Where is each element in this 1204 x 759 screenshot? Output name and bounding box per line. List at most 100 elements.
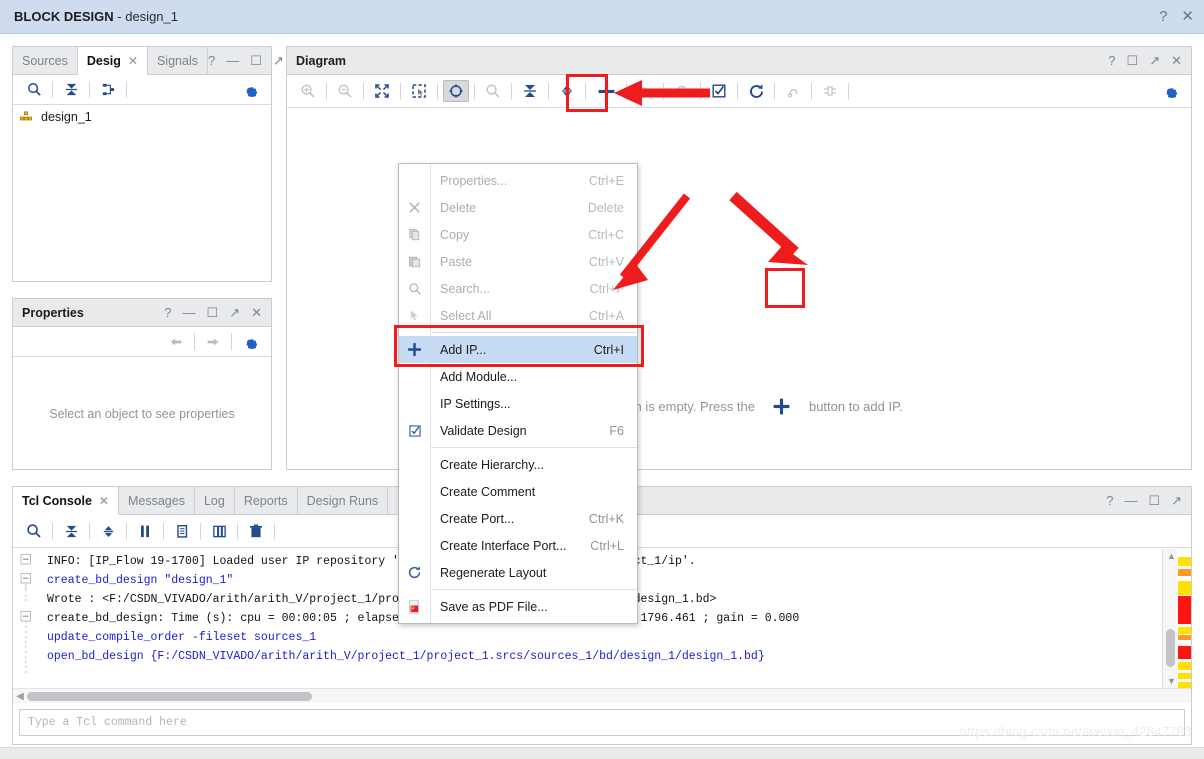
expand-collapse-icon[interactable] [95, 520, 121, 542]
address-editor-icon[interactable] [817, 80, 843, 102]
menu-item-delete[interactable]: Delete Delete [399, 194, 637, 221]
scroll-thumb[interactable] [1166, 629, 1175, 667]
divider [237, 522, 238, 540]
float-icon[interactable]: ↗ [273, 54, 284, 67]
search-icon[interactable] [21, 79, 47, 101]
copy-icon[interactable] [169, 520, 195, 542]
marker [1178, 627, 1191, 634]
help-icon[interactable]: ? [1159, 9, 1167, 24]
help-icon[interactable]: ? [208, 54, 215, 67]
console-horizontal-scrollbar[interactable]: ◀ [13, 688, 1191, 703]
close-icon[interactable]: ✕ [1171, 54, 1182, 67]
close-icon[interactable]: ✕ [251, 306, 262, 319]
zoom-in-icon[interactable] [295, 80, 321, 102]
collapse-all-icon[interactable] [517, 80, 543, 102]
search-icon[interactable] [480, 80, 506, 102]
scroll-up-icon[interactable]: ▲ [1167, 551, 1176, 561]
back-arrow-icon[interactable] [163, 331, 189, 353]
pause-icon[interactable] [132, 520, 158, 542]
menu-item-create-hierarchy[interactable]: Create Hierarchy... [399, 451, 637, 478]
menu-item-accel: Ctrl+A [588, 308, 624, 323]
create-port-icon[interactable] [632, 80, 658, 102]
settings-gear-icon[interactable] [1157, 80, 1183, 102]
menu-item-copy[interactable]: Copy Ctrl+C [399, 221, 637, 248]
forward-arrow-icon[interactable] [200, 331, 226, 353]
tab-design[interactable]: Desig ✕ [77, 47, 148, 75]
scroll-to-end-icon[interactable] [58, 520, 84, 542]
add-ip-plus-icon[interactable] [591, 78, 621, 104]
expand-collapse-icon[interactable] [554, 80, 580, 102]
tab-log[interactable]: Log [194, 487, 235, 514]
menu-item-create-port[interactable]: Create Port... Ctrl+K [399, 505, 637, 532]
menu-item-properties[interactable]: Properties... Ctrl+E [399, 167, 637, 194]
regenerate-layout-icon[interactable] [743, 80, 769, 102]
menu-item-search[interactable]: Search... Ctrl+F [399, 275, 637, 302]
maximize-icon[interactable]: ☐ [1127, 54, 1139, 67]
minimize-icon[interactable]: — [183, 306, 196, 319]
menu-item-label: IP Settings... [440, 396, 511, 411]
tab-design-label: Desig [86, 53, 121, 68]
validate-design-icon[interactable] [706, 80, 732, 102]
zoom-fit-icon[interactable] [369, 80, 395, 102]
console-vertical-scrollbar[interactable]: ▲ ▼ [1162, 549, 1177, 688]
float-icon[interactable]: ↗ [229, 306, 240, 319]
expand-hierarchy-icon[interactable] [95, 79, 121, 101]
menu-item-regenerate-layout[interactable]: Regenerate Layout [399, 559, 637, 586]
settings-gear-icon[interactable] [237, 331, 263, 353]
marker [1178, 673, 1191, 679]
tree-item-design_1[interactable]: design_1 [13, 106, 271, 128]
plus-icon [399, 341, 430, 358]
add-ip-plus-icon[interactable] [762, 396, 802, 417]
tab-sources[interactable]: Sources [13, 47, 78, 74]
scroll-down-icon[interactable]: ▼ [1167, 676, 1176, 686]
minimize-icon[interactable]: — [1124, 494, 1137, 507]
zoom-out-icon[interactable] [332, 80, 358, 102]
menu-item-ip-settings[interactable]: IP Settings... [399, 390, 637, 417]
zoom-target-icon[interactable] [443, 80, 469, 102]
menu-item-validate-design[interactable]: Validate Design F6 [399, 417, 637, 444]
maximize-icon[interactable]: ☐ [1148, 494, 1160, 507]
tab-reports[interactable]: Reports [234, 487, 298, 514]
menu-item-create-interface-port[interactable]: Create Interface Port... Ctrl+L [399, 532, 637, 559]
collapse-all-icon[interactable] [58, 79, 84, 101]
menu-item-label: Properties... [440, 173, 508, 188]
properties-panel-title: Properties [22, 305, 84, 320]
close-icon[interactable]: ✕ [99, 494, 109, 508]
menu-item-label: Select All [440, 308, 492, 323]
trash-icon[interactable] [243, 520, 269, 542]
menu-item-paste[interactable]: Paste Ctrl+V [399, 248, 637, 275]
settings-gear-icon[interactable] [237, 79, 263, 101]
menu-item-create-comment[interactable]: Create Comment [399, 478, 637, 505]
float-icon[interactable]: ↗ [1171, 494, 1182, 507]
help-icon[interactable]: ? [1108, 54, 1115, 67]
menu-item-select-all[interactable]: Select All Ctrl+A [399, 302, 637, 329]
marker [1178, 581, 1191, 595]
tree-item-label: design_1 [41, 110, 92, 124]
minimize-icon[interactable]: — [226, 54, 239, 67]
optimize-routing-icon[interactable] [780, 80, 806, 102]
menu-item-save-as-pdf[interactable]: P Save as PDF File... [399, 593, 637, 620]
console-fold-gutter [13, 549, 43, 688]
tab-signals-label: Signals [156, 53, 198, 68]
maximize-icon[interactable]: ☐ [207, 306, 219, 319]
hscroll-thumb[interactable] [27, 691, 312, 701]
close-icon[interactable]: ✕ [1181, 9, 1194, 24]
search-icon[interactable] [21, 520, 47, 542]
tab-sources-label: Sources [22, 53, 68, 68]
float-icon[interactable]: ↗ [1149, 54, 1160, 67]
clear-filter-icon[interactable] [206, 520, 232, 542]
tab-signals[interactable]: Signals [147, 47, 208, 74]
tab-tcl-console[interactable]: Tcl Console ✕ [13, 487, 119, 515]
help-icon[interactable]: ? [164, 306, 171, 319]
menu-item-add-module[interactable]: Add Module... [399, 363, 637, 390]
tab-messages[interactable]: Messages [118, 487, 195, 514]
tab-design-runs[interactable]: Design Runs [297, 487, 389, 514]
create-interface-port-icon[interactable] [669, 80, 695, 102]
divider [200, 522, 201, 540]
maximize-icon[interactable]: ☐ [250, 54, 262, 67]
scroll-left-icon[interactable]: ◀ [13, 691, 27, 702]
help-icon[interactable]: ? [1106, 494, 1113, 507]
close-icon[interactable]: ✕ [128, 54, 138, 68]
zoom-area-icon[interactable] [406, 80, 432, 102]
menu-item-add-ip[interactable]: Add IP... Ctrl+I [399, 336, 637, 363]
